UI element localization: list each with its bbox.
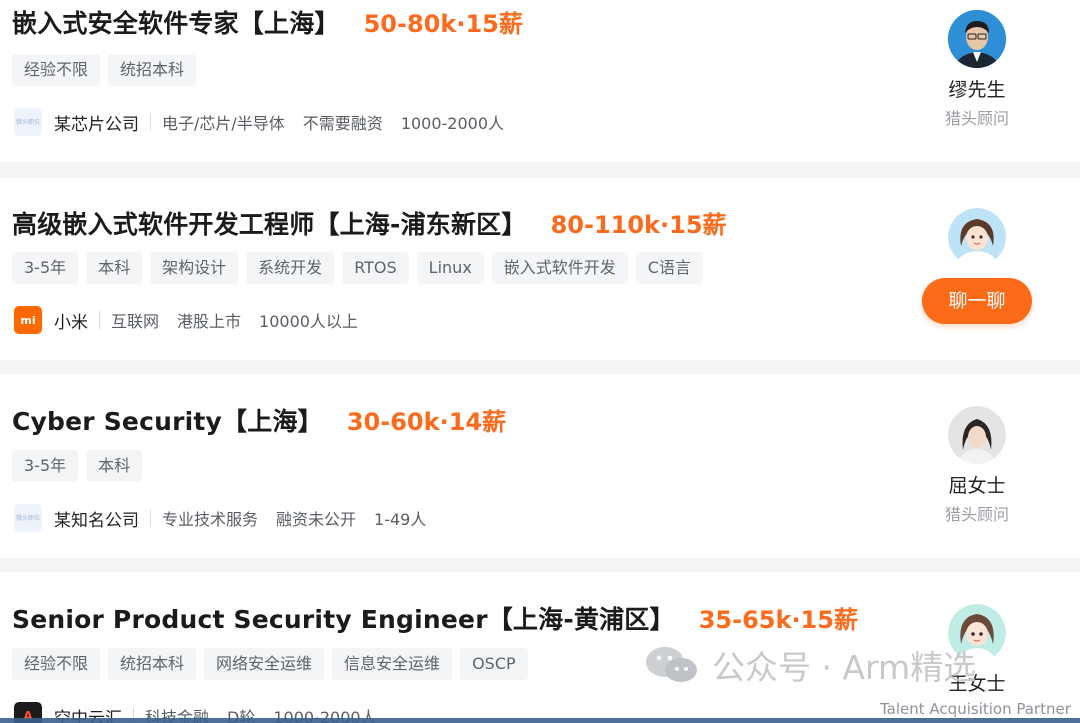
tag: 统招本科 [108,648,197,680]
consultant-name: 屈女士 [948,475,1006,497]
company-row: mi 小米 互联网 港股上市 10000人以上 [14,306,376,334]
job-title-row: Cyber Security【上海】 30-60k·14薪 [12,402,506,438]
job-card[interactable]: 高级嵌入式软件开发工程师【上海-浦东新区】 80-110k·15薪 3-5年 本… [0,178,1080,360]
watermark-text: 公众号 · Arm精选 [712,648,977,687]
tag: C语言 [635,252,703,284]
wechat-watermark: 公众号 · Arm精选 [644,641,976,689]
tag: 本科 [86,252,143,284]
wechat-icon [644,645,700,685]
consultant-name: 缪先生 [948,79,1006,101]
industry: 专业技术服务 [162,510,259,529]
tag: Linux [416,252,484,284]
xiaomi-logo-icon: mi [14,306,42,334]
company-size: 10000人以上 [259,312,358,331]
job-title[interactable]: 嵌入式安全软件专家【上海】 [12,4,340,40]
job-title-row: Senior Product Security Engineer【上海-黄浦区】… [12,600,858,636]
tag: 统招本科 [108,54,197,86]
tag: RTOS [342,252,409,284]
tag-list: 3-5年 本科 架构设计 系统开发 RTOS Linux 嵌入式软件开发 C语言 [12,252,703,284]
consultant-role: 猎头顾问 [944,505,1009,524]
tag: 经验不限 [12,648,101,680]
divider [99,311,100,329]
industry: 互联网 [111,312,160,331]
company-row: 猎头职位 某芯片公司 电子/芯片/半导体 不需要融资 1000-2000人 [14,108,522,136]
company-size: 1000-2000人 [400,114,505,133]
funding-stage: 不需要融资 [302,114,383,133]
divider [150,113,151,131]
bottom-border [0,718,1080,723]
tag: 嵌入式软件开发 [491,252,628,284]
industry: 电子/芯片/半导体 [162,114,285,133]
tag-list: 3-5年 本科 [12,450,143,482]
salary: 50-80k·15薪 [363,10,523,38]
consultant-role: Talent Acquisition Partner [880,700,1071,718]
job-title[interactable]: Cyber Security【上海】 [12,402,323,438]
company-name[interactable]: 某芯片公司 [54,110,139,135]
consultant-avatar [948,406,1006,464]
salary: 80-110k·15薪 [550,211,727,239]
consultant-avatar [948,208,1006,266]
tag: 架构设计 [150,252,239,284]
tag: 3-5年 [12,252,79,284]
consultant-avatar [948,10,1006,68]
salary: 35-65k·15薪 [698,606,858,634]
company-row: 猎头职位 某知名公司 专业技术服务 融资未公开 1-49人 [14,504,444,532]
tag: OSCP [460,648,528,680]
chat-button[interactable]: 聊一聊 [922,278,1032,324]
company-logo-icon: 猎头职位 [14,504,42,532]
consultant[interactable]: 缪先生 猎头顾问 [918,10,1036,129]
consultant[interactable]: 聊一聊 [918,208,1036,324]
consultant[interactable]: 屈女士 猎头顾问 [918,406,1036,525]
tag: 3-5年 [12,450,79,482]
company-name[interactable]: 小米 [54,308,88,333]
tag: 网络安全运维 [204,648,325,680]
job-title-row: 高级嵌入式软件开发工程师【上海-浦东新区】 80-110k·15薪 [12,205,727,241]
consultant-role: 猎头顾问 [944,109,1009,128]
tag: 本科 [86,450,143,482]
divider [150,509,151,527]
company-logo-icon: 猎头职位 [14,108,42,136]
funding-stage: 港股上市 [177,312,242,331]
job-card[interactable]: Cyber Security【上海】 30-60k·14薪 3-5年 本科 猎头… [0,374,1080,558]
tag-list: 经验不限 统招本科 [12,54,197,86]
company-size: 1-49人 [374,510,427,529]
tag: 经验不限 [12,54,101,86]
salary: 30-60k·14薪 [346,408,507,436]
tag-list: 经验不限 统招本科 网络安全运维 信息安全运维 OSCP [12,648,528,680]
funding-stage: 融资未公开 [276,510,357,529]
job-card[interactable]: 嵌入式安全软件专家【上海】 50-80k·15薪 经验不限 统招本科 猎头职位 … [0,0,1080,162]
job-title-row: 嵌入式安全软件专家【上海】 50-80k·15薪 [12,4,523,40]
job-title[interactable]: 高级嵌入式软件开发工程师【上海-浦东新区】 [12,205,527,241]
tag: 信息安全运维 [332,648,453,680]
job-title[interactable]: Senior Product Security Engineer【上海-黄浦区】 [12,600,675,636]
tag: 系统开发 [246,252,335,284]
company-name[interactable]: 某知名公司 [54,506,139,531]
